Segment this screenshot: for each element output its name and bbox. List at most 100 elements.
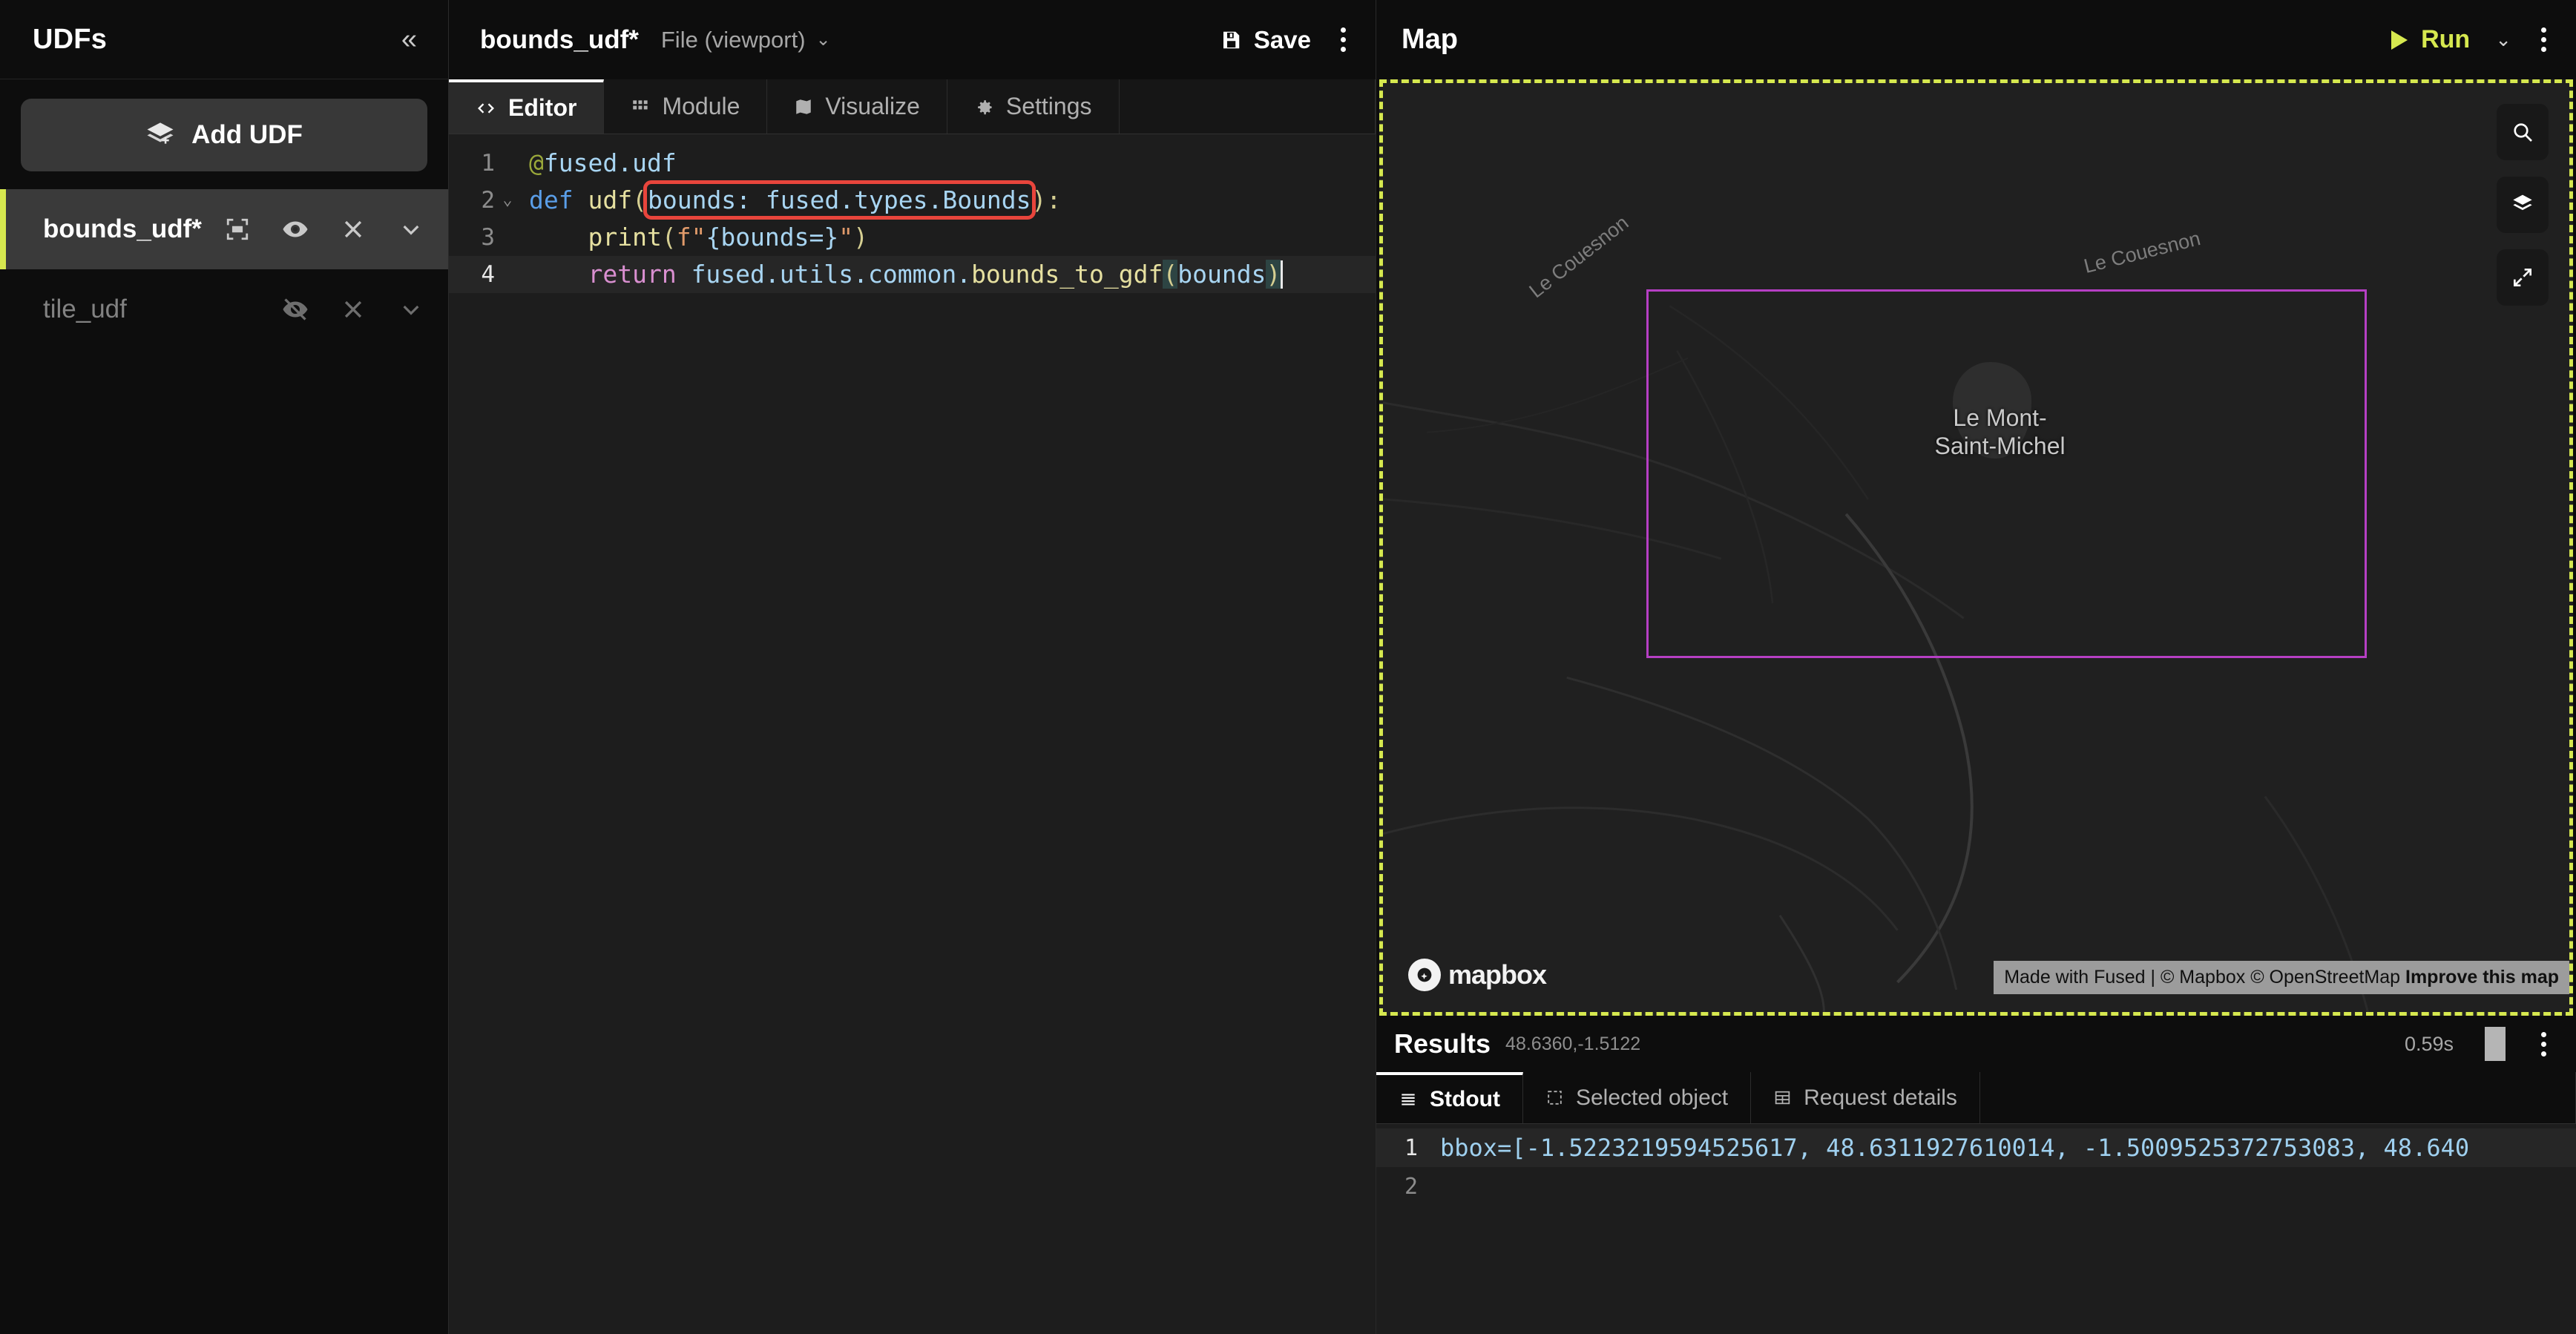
expand-icon [2511, 266, 2534, 289]
tab-visualize[interactable]: Visualize [767, 79, 947, 134]
table-icon [1773, 1088, 1792, 1107]
map-canvas[interactable]: Le Couesnon Le Couesnon Le Mont- Saint-M… [1383, 83, 2569, 1012]
udf-item-actions [280, 295, 426, 324]
improve-map-link[interactable]: Improve this map [2405, 967, 2559, 988]
map-controls [2497, 104, 2549, 306]
code-line-1: 1 @fused.udf [449, 145, 1376, 182]
tab-request-details[interactable]: Request details [1751, 1072, 1980, 1123]
close-icon[interactable] [338, 214, 368, 244]
layers-icon [2511, 193, 2534, 217]
fstring-quote: " [838, 223, 854, 252]
mapbox-logo[interactable]: mapbox [1408, 959, 1547, 991]
code-text: print(f"{bounds=}") [520, 219, 868, 256]
tab-label: Settings [1005, 93, 1092, 119]
module-path: fused.utils.common. [691, 260, 972, 289]
stdout-output[interactable]: 1 bbox=[-1.5223219594525617, 48.63119276… [1376, 1124, 2576, 1334]
sidebar-item-tile-udf[interactable]: tile_udf [0, 269, 448, 349]
fused-workbench-app: UDFs « Add UDF bounds_udf* tile_udf boun… [0, 0, 2576, 1334]
save-button[interactable]: Save [1220, 26, 1311, 54]
fold-chevron-icon[interactable]: ⌄ [495, 182, 520, 219]
editor-pane: bounds_udf* File (viewport) ⌄ Save Edito… [449, 0, 1376, 1334]
search-icon [2511, 120, 2534, 144]
function-name: udf [588, 185, 633, 214]
decorator-name: fused.udf [543, 148, 677, 177]
run-label: Run [2421, 25, 2471, 53]
attribution-text: Made with Fused | © Mapbox © OpenStreetM… [2004, 967, 2405, 988]
paren-close: ): [1031, 185, 1062, 214]
results-panel: Results 48.6360,-1.5122 0.59s Stdout Sel… [1376, 1016, 2576, 1334]
results-tabs: Stdout Selected object Request details [1376, 1072, 2576, 1124]
mapbox-wordmark: mapbox [1448, 959, 1547, 990]
execution-duration: 0.59s [2404, 1032, 2454, 1055]
chevron-down-icon[interactable] [396, 295, 426, 324]
tab-settings[interactable]: Settings [947, 79, 1120, 134]
code-text: return fused.utils.common.bounds_to_gdf(… [520, 256, 1284, 293]
decorator-at: @ [529, 148, 544, 177]
code-brackets-icon [476, 98, 496, 119]
code-text: @fused.udf [520, 145, 677, 182]
add-udf-button[interactable]: Add UDF [21, 99, 427, 171]
udf-sidebar: UDFs « Add UDF bounds_udf* tile_udf [0, 0, 449, 1334]
sidebar-item-bounds-udf[interactable]: bounds_udf* [0, 189, 448, 269]
add-udf-wrap: Add UDF [0, 79, 448, 189]
floppy-disk-icon [1220, 29, 1242, 51]
add-udf-label: Add UDF [191, 120, 303, 149]
map-title: Map [1402, 24, 1458, 55]
editor-filename: bounds_udf* [480, 24, 639, 54]
results-coordinates: 48.6360,-1.5122 [1505, 1033, 1641, 1054]
paren-open: ( [661, 223, 677, 252]
eye-off-icon[interactable] [280, 295, 310, 324]
tab-editor[interactable]: Editor [449, 79, 605, 134]
code-line-4: 4 return fused.utils.common.bounds_to_gd… [449, 256, 1376, 293]
code-line-3: 3 print(f"{bounds=}") [449, 219, 1376, 256]
results-title: Results [1394, 1028, 1491, 1059]
gutter-number: 1 [481, 150, 495, 177]
map-layers-button[interactable] [2497, 177, 2549, 233]
gear-icon [974, 96, 994, 116]
map-expand-button[interactable] [2497, 249, 2549, 306]
results-header-actions: 0.59s [2405, 1027, 2551, 1061]
code-line-2: 2 ⌄ def udf(bounds: fused.types.Bounds): [449, 180, 1376, 220]
gutter-number: 2 [1404, 1173, 1418, 1200]
page-title: UDFs [33, 23, 108, 55]
tab-selected-object[interactable]: Selected object [1523, 1072, 1752, 1123]
eye-visible-icon[interactable] [280, 214, 310, 244]
run-button[interactable]: Run [2391, 25, 2470, 54]
stdout-line: 2 [1376, 1167, 2576, 1206]
map-search-button[interactable] [2497, 104, 2549, 160]
mapbox-mark-icon [1408, 959, 1441, 991]
text-cursor [1281, 260, 1284, 289]
run-options-chevron-icon[interactable]: ⌄ [2495, 28, 2511, 51]
results-more-menu-icon[interactable] [2537, 1028, 2551, 1061]
fit-bounds-icon[interactable] [223, 214, 252, 244]
tab-label: Stdout [1430, 1086, 1500, 1111]
editor-header-actions: Save [1220, 23, 1350, 56]
map-viewport[interactable]: Le Couesnon Le Couesnon Le Mont- Saint-M… [1379, 79, 2573, 1016]
close-icon[interactable] [338, 295, 368, 324]
tab-label: Editor [508, 94, 577, 121]
gutter-number: 1 [1404, 1134, 1418, 1161]
tab-module[interactable]: Module [604, 79, 768, 134]
chevron-down-icon: ⌄ [815, 30, 831, 50]
stdout-text: bbox=[-1.5223219594525617, 48.6311927610… [1440, 1134, 2470, 1162]
editor-more-menu-icon[interactable] [1336, 23, 1350, 56]
chevron-down-icon[interactable] [396, 214, 426, 244]
map-more-menu-icon[interactable] [2537, 23, 2551, 56]
fstring-expr: {bounds=} [706, 223, 839, 252]
collapse-sidebar-icon[interactable]: « [401, 25, 417, 53]
tab-label: Request details [1804, 1085, 1957, 1110]
tab-stdout[interactable]: Stdout [1376, 1072, 1523, 1123]
scope-dropdown[interactable]: File (viewport) ⌄ [661, 27, 831, 53]
play-icon [2391, 30, 2408, 50]
call-arg: bounds [1177, 260, 1266, 289]
tab-label: Visualize [825, 93, 920, 119]
code-editor[interactable]: 1 @fused.udf 2 ⌄ def udf(bounds: fused.t… [449, 134, 1376, 1334]
results-header: Results 48.6360,-1.5122 0.59s [1376, 1016, 2576, 1072]
map-header: Map Run ⌄ [1376, 0, 2576, 79]
fstring-prefix: f" [676, 223, 706, 252]
paren-open: ( [632, 185, 647, 214]
keyword-def: def [529, 185, 588, 214]
paren-close: ) [853, 223, 869, 252]
map-results-pane: Map Run ⌄ Le Couesnon Le Couesnon Le Mon… [1376, 0, 2576, 1334]
tab-label: Selected object [1575, 1085, 1729, 1110]
